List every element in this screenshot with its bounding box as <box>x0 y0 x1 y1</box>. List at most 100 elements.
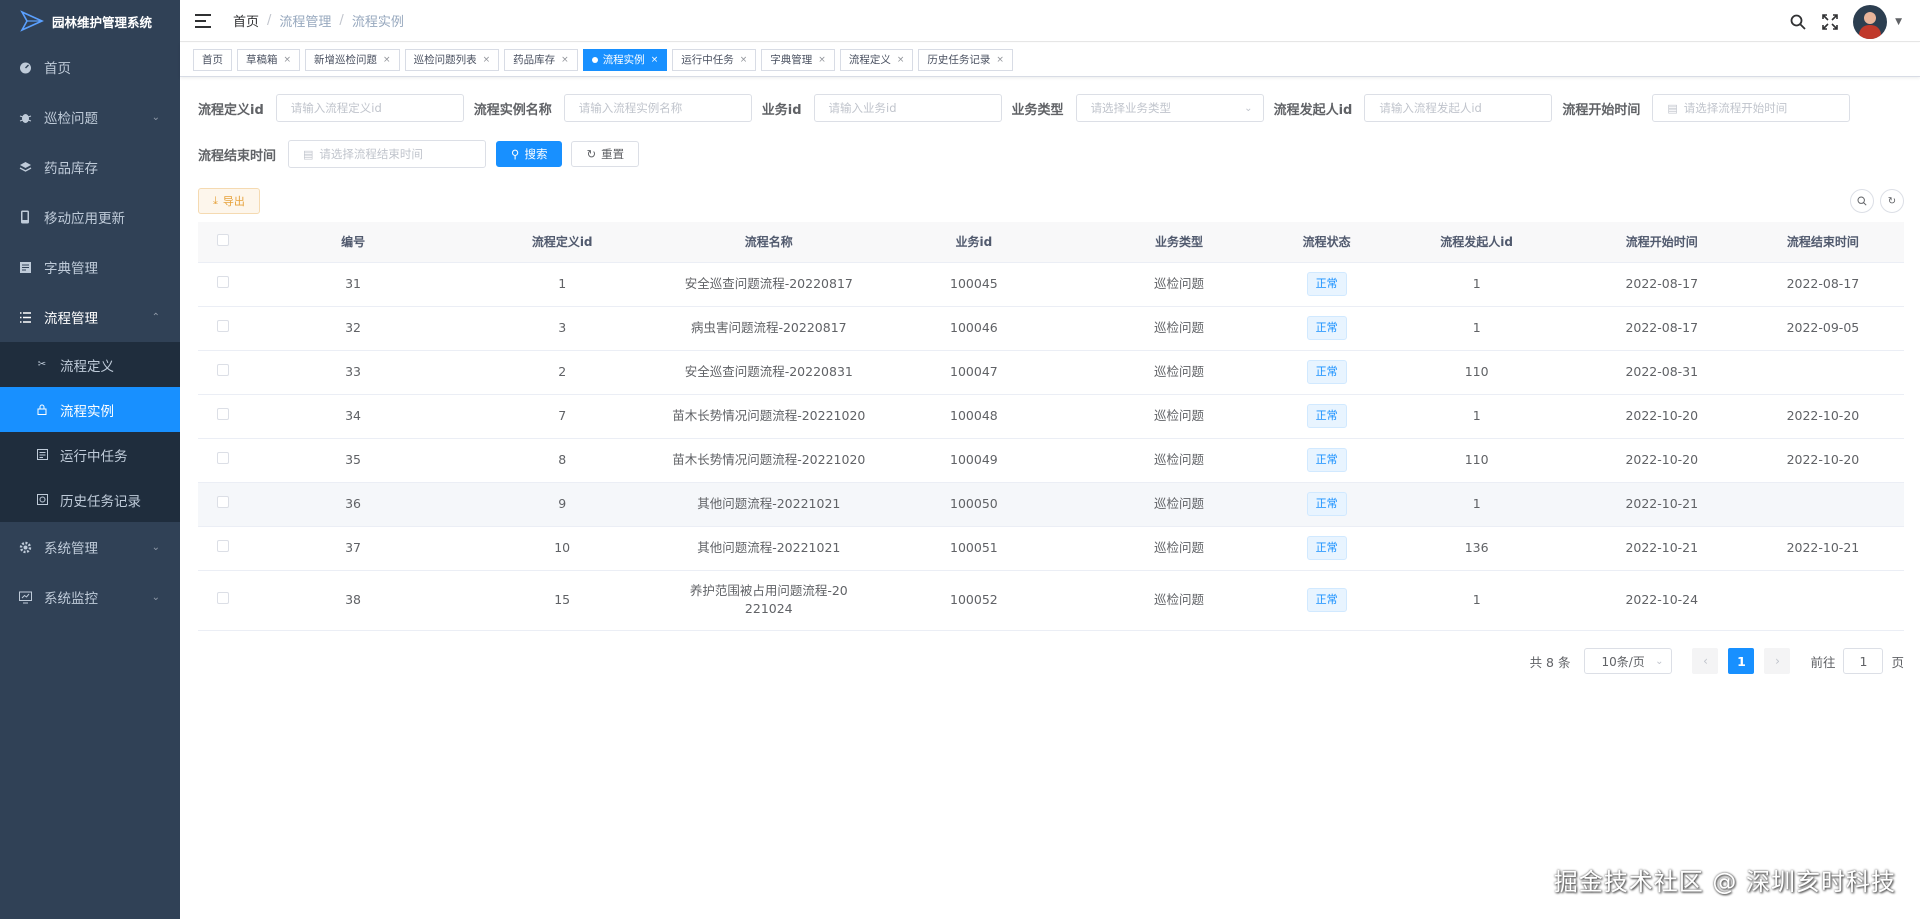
inst-name-input[interactable]: 请输入流程实例名称 <box>563 94 752 122</box>
row-select-cell <box>198 262 249 307</box>
table-row[interactable]: 32 3 病虫害问题流程-20220817 100046 巡检问题 正常 1 2022-08-… <box>198 306 1904 351</box>
app-logo[interactable]: 园林维护管理系统 <box>0 0 180 42</box>
tag-item[interactable]: 首页 <box>193 48 232 71</box>
goto-page-input[interactable]: 1 <box>1843 648 1884 674</box>
table-cell: 2 <box>458 350 667 395</box>
table-cell: 巡检问题 <box>1076 438 1282 483</box>
tag-item[interactable]: 新增巡检问题 × <box>305 48 400 71</box>
sidebar-item-process[interactable]: 流程管理 ⌃ <box>0 292 180 342</box>
biz-type-select[interactable]: 请选择业务类型 ⌄ <box>1075 94 1264 122</box>
close-icon[interactable]: × <box>818 55 826 65</box>
sidebar-item-app-update[interactable]: 移动应用更新 <box>0 192 180 242</box>
tag-item[interactable]: 巡检问题列表 × <box>404 48 500 71</box>
cell-text: 3 <box>558 320 567 335</box>
page-number-button[interactable]: 1 <box>1728 648 1755 674</box>
tag-item[interactable]: 草稿箱 × <box>237 48 301 71</box>
sidebar-item-label: 巡检问题 <box>44 111 98 127</box>
close-icon[interactable]: × <box>996 55 1004 65</box>
export-button[interactable]: ⤓ 导出 <box>198 188 260 214</box>
sidebar-item-running-tasks[interactable]: 运行中任务 <box>0 432 180 477</box>
chevron-down-icon: ⌄ <box>151 111 160 123</box>
table-cell: 38 <box>248 570 459 631</box>
close-icon[interactable]: × <box>561 55 569 65</box>
caret-down-icon[interactable]: ▼ <box>1895 17 1902 27</box>
total-count: 共 8 条 <box>1529 654 1571 670</box>
sidebar-item-home[interactable]: 首页 <box>0 42 180 92</box>
table-cell: 2022-10-21 <box>1581 482 1742 527</box>
avatar[interactable] <box>1853 5 1888 39</box>
tag-item[interactable]: 流程定义 × <box>839 48 914 71</box>
end-time-picker[interactable]: ▤ 请选择流程结束时间 <box>288 140 487 168</box>
list-icon <box>18 310 32 324</box>
table-row[interactable]: 34 7 苗木长势情况问题流程-20221020 100048 巡检问题 正常 1 2022-… <box>198 394 1904 439</box>
sidebar-item-system[interactable]: 系统管理 ⌄ <box>0 522 180 572</box>
close-icon[interactable]: × <box>483 55 491 65</box>
column-header: 编号 <box>248 222 459 263</box>
breadcrumb-item[interactable]: 首页 <box>233 11 259 30</box>
tag-item[interactable]: 运行中任务 × <box>672 48 757 71</box>
table-row[interactable]: 37 10 其他问题流程-20221021 100051 巡检问题 正常 136 2022-1… <box>198 526 1904 571</box>
table-row[interactable]: 31 1 安全巡查问题流程-20220817 100045 巡检问题 正常 1 2022-08… <box>198 262 1904 307</box>
sidebar-item-process-def[interactable]: ✂ 流程定义 <box>0 342 180 387</box>
sidebar-item-monitor[interactable]: 系统监控 ⌄ <box>0 572 180 622</box>
row-checkbox[interactable] <box>217 540 229 552</box>
prev-page-button[interactable]: ‹ <box>1692 648 1719 674</box>
table-row[interactable]: 35 8 苗木长势情况问题流程-20221020 100049 巡检问题 正常 110 202… <box>198 438 1904 483</box>
tag-item[interactable]: 历史任务记录 × <box>918 48 1013 71</box>
table-cell: 正常 <box>1281 526 1372 571</box>
close-icon[interactable]: × <box>740 55 748 65</box>
table-cell: 100050 <box>871 482 1077 527</box>
close-icon[interactable]: × <box>383 55 391 65</box>
cell-text: 2022-10-21 <box>1625 540 1699 555</box>
page-size-select[interactable]: 10条/页 ⌄ <box>1584 648 1673 674</box>
monitor-icon <box>18 590 32 604</box>
row-checkbox[interactable] <box>217 276 229 288</box>
row-checkbox[interactable] <box>217 408 229 420</box>
sidebar-item-inspection[interactable]: 巡检问题 ⌄ <box>0 92 180 142</box>
cell-text: 2 <box>558 364 567 379</box>
sidebar-item-label: 运行中任务 <box>60 448 128 465</box>
table-cell: 苗木长势情况问题流程-20221020 <box>666 438 872 483</box>
tag-item[interactable]: 流程实例 × <box>582 48 668 71</box>
main-content: 流程定义id 请输入流程定义id 流程实例名称 请输入流程实例名称 业务id 请… <box>198 78 1904 674</box>
table-row[interactable]: 38 15 养护范围被占用问题流程-20221024 100052 巡检问题 正常 1 202… <box>198 570 1904 631</box>
sidebar-item-label: 历史任务记录 <box>60 493 141 510</box>
table-cell: 37 <box>248 526 459 571</box>
toggle-search-icon[interactable] <box>1850 189 1874 213</box>
tag-item[interactable]: 字典管理 × <box>761 48 835 71</box>
hamburger-icon[interactable] <box>195 13 211 28</box>
close-icon[interactable]: × <box>897 55 905 65</box>
tags-view: 首页 草稿箱 × 新增巡检问题 × 巡检问题列表 × 药品库存 × 流程实例 × 运行中任务 × 字典管理… <box>180 43 1920 77</box>
fullscreen-icon[interactable] <box>1821 13 1839 31</box>
initiator-input[interactable]: 请输入流程发起人id <box>1364 94 1553 122</box>
row-checkbox[interactable] <box>217 496 229 508</box>
select-all-checkbox[interactable] <box>217 234 229 247</box>
table-row[interactable]: 33 2 安全巡查问题流程-20220831 100047 巡检问题 正常 110 2022-… <box>198 350 1904 395</box>
table-cell: 巡检问题 <box>1076 482 1282 527</box>
close-icon[interactable]: × <box>284 55 292 65</box>
cell-text: 100052 <box>950 592 998 607</box>
cell-text: 2022-08-17 <box>1625 320 1699 335</box>
row-checkbox[interactable] <box>217 452 229 464</box>
def-id-input[interactable]: 请输入流程定义id <box>275 94 464 122</box>
sidebar-item-process-instance[interactable]: 流程实例 <box>0 387 180 432</box>
table-row[interactable]: 36 9 其他问题流程-20221021 100050 巡检问题 正常 1 2022-10-2… <box>198 482 1904 527</box>
close-icon[interactable]: × <box>651 55 659 65</box>
biz-id-input[interactable]: 请输入业务id <box>813 94 1002 122</box>
row-checkbox[interactable] <box>217 592 229 604</box>
reset-button[interactable]: ↻ 重置 <box>571 141 640 167</box>
tag-item[interactable]: 药品库存 × <box>504 48 578 71</box>
search-icon[interactable] <box>1789 13 1807 31</box>
row-checkbox[interactable] <box>217 364 229 376</box>
sidebar-item-history[interactable]: 历史任务记录 <box>0 477 180 522</box>
table-cell: 10 <box>458 526 667 571</box>
start-time-picker[interactable]: ▤ 请选择流程开始时间 <box>1652 94 1851 122</box>
sidebar-item-dict[interactable]: 字典管理 <box>0 242 180 292</box>
search-button[interactable]: ⚲ 搜索 <box>496 141 563 167</box>
sidebar-item-medicine[interactable]: 药品库存 <box>0 142 180 192</box>
refresh-icon[interactable]: ↻ <box>1880 189 1904 213</box>
row-checkbox[interactable] <box>217 320 229 332</box>
row-select-cell <box>198 350 249 395</box>
next-page-button[interactable]: › <box>1764 648 1791 674</box>
table-toolbar: ⤓ 导出 ↻ <box>198 186 1904 216</box>
